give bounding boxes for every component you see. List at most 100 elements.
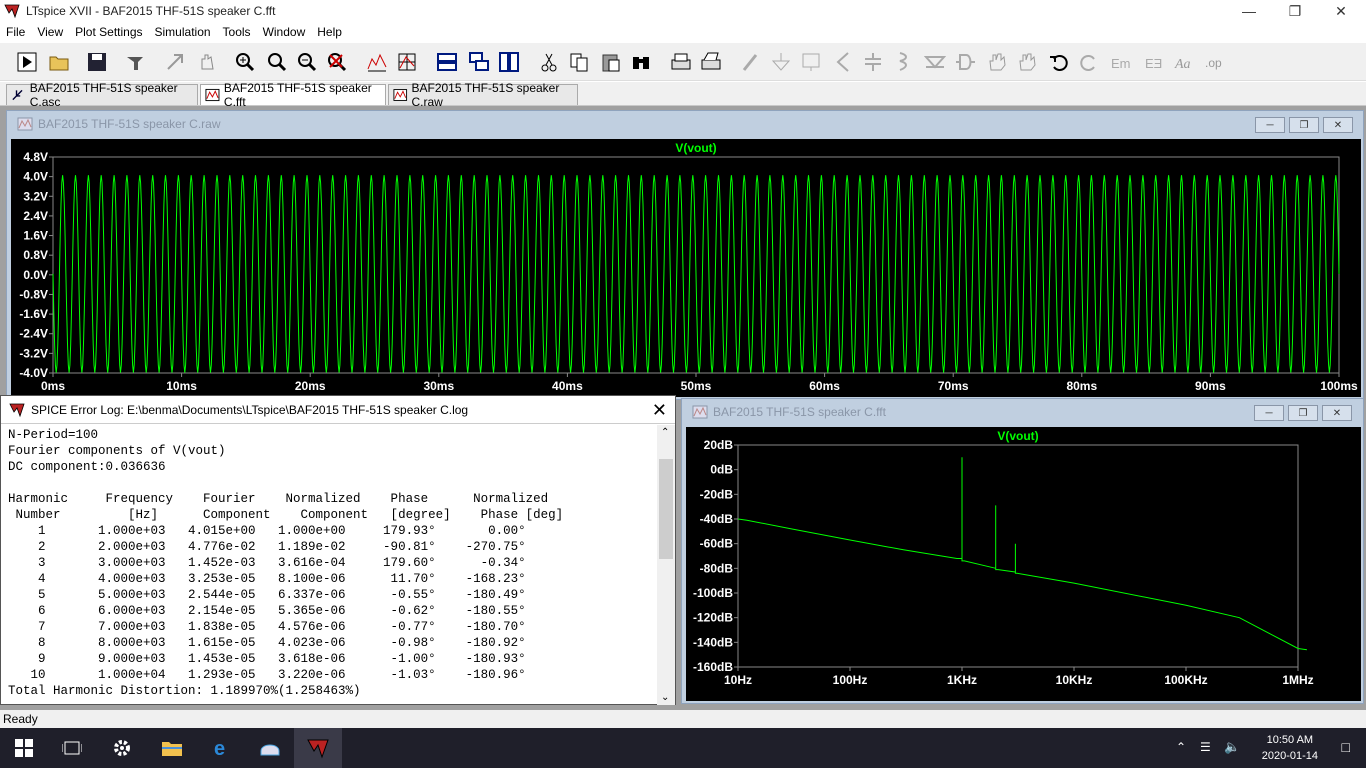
log-text[interactable]: N-Period=100 Fourier components of V(vout…: [1, 425, 657, 705]
x-tick-label: 80ms: [1066, 379, 1097, 393]
task-view-icon[interactable]: [48, 728, 96, 768]
save-icon[interactable]: [84, 49, 110, 75]
zoom-fit-icon[interactable]: [264, 49, 290, 75]
file-explorer-icon[interactable]: [148, 728, 196, 768]
zoom-cancel-icon[interactable]: [324, 49, 350, 75]
menu-help[interactable]: Help: [311, 25, 348, 39]
inductor-icon[interactable]: [890, 49, 916, 75]
x-tick-label: 90ms: [1195, 379, 1226, 393]
drag-icon[interactable]: [1014, 49, 1040, 75]
close-icon[interactable]: ✕: [1323, 117, 1353, 133]
autorange-icon[interactable]: [364, 49, 390, 75]
x-tick-label: 10Hz: [724, 673, 752, 687]
menu-file[interactable]: File: [0, 25, 31, 39]
menu-plot-settings[interactable]: Plot Settings: [69, 25, 148, 39]
raw-plot-window[interactable]: BAF2015 THF-51S speaker C.raw ─ ❐ ✕ V(vo…: [6, 110, 1364, 400]
waveform-icon: [692, 405, 708, 419]
undo-icon[interactable]: [1046, 49, 1072, 75]
tile-vertical-icon[interactable]: [496, 49, 522, 75]
tile-horizontal-icon[interactable]: [434, 49, 460, 75]
raw-window-titlebar[interactable]: BAF2015 THF-51S speaker C.raw: [7, 111, 1363, 137]
x-tick-label: 100Hz: [833, 673, 868, 687]
clock-time: 10:50 AM: [1266, 734, 1314, 746]
network-icon[interactable]: ☰: [1200, 740, 1211, 754]
log-line: 10 1.000e+04 1.293e-05 3.220e-06 -1.03° …: [8, 668, 526, 682]
fft-plot-window[interactable]: BAF2015 THF-51S speaker C.fft ─ ❐ ✕ V(vo…: [681, 398, 1364, 704]
settings-icon[interactable]: [98, 728, 146, 768]
print-setup-icon[interactable]: [698, 49, 724, 75]
y-tick-label: 3.2V: [23, 189, 48, 203]
print-icon[interactable]: [668, 49, 694, 75]
close-icon[interactable]: ✕: [1318, 0, 1364, 22]
windows-start-icon[interactable]: [0, 728, 48, 768]
plot-frame: [737, 444, 1299, 668]
restore-icon[interactable]: ❐: [1289, 117, 1319, 133]
cross-probe-icon[interactable]: [162, 49, 188, 75]
close-icon[interactable]: ✕: [652, 400, 667, 421]
log-line: 1 1.000e+03 4.015e+00 1.000e+00 179.93° …: [8, 524, 526, 538]
run-icon[interactable]: [14, 49, 40, 75]
minimize-icon[interactable]: ─: [1255, 117, 1285, 133]
log-line: 5 5.000e+03 2.544e-05 6.337e-06 -0.55° -…: [8, 588, 526, 602]
control-panel-icon[interactable]: [122, 49, 148, 75]
tab-fft[interactable]: BAF2015 THF-51S speaker C.fft: [200, 81, 386, 109]
spectrum-trace: [737, 457, 1307, 651]
log-scrollbar[interactable]: ⌃ ⌄: [657, 425, 675, 705]
minimize-icon[interactable]: —: [1226, 0, 1272, 22]
capacitor-icon[interactable]: [860, 49, 886, 75]
app-icon[interactable]: [246, 728, 294, 768]
grid-icon[interactable]: [394, 49, 420, 75]
text-icon[interactable]: Aa: [1172, 49, 1198, 75]
scroll-down-icon[interactable]: ⌄: [661, 692, 669, 703]
mirror-icon[interactable]: EƎ: [1140, 49, 1166, 75]
log-line: Fourier components of V(vout): [8, 444, 226, 458]
move-icon[interactable]: [984, 49, 1010, 75]
paste-icon[interactable]: [598, 49, 624, 75]
scroll-up-icon[interactable]: ⌃: [661, 427, 669, 438]
minimize-icon[interactable]: ─: [1254, 405, 1284, 421]
zoom-in-icon[interactable]: [232, 49, 258, 75]
spice-directive-icon[interactable]: .op: [1202, 49, 1228, 75]
pan-icon[interactable]: [194, 49, 220, 75]
raw-waveform-plot[interactable]: V(vout) 4.8V 4.0V 3.2V 2.4V 1.6V 0.8V 0.0V -0.8V…: [11, 139, 1361, 397]
component-icon[interactable]: [952, 49, 978, 75]
tab-raw[interactable]: BAF2015 THF-51S speaker C.raw: [388, 81, 578, 109]
diode-icon[interactable]: [922, 49, 948, 75]
ltspice-taskbar-icon[interactable]: [294, 728, 342, 768]
y-tick-label: 4.0V: [23, 170, 48, 184]
tab-asc[interactable]: BAF2015 THF-51S speaker C.asc: [6, 81, 198, 109]
document-tabs: BAF2015 THF-51S speaker C.asc BAF2015 TH…: [0, 81, 1366, 109]
redo-icon[interactable]: [1076, 49, 1102, 75]
y-tick-label: -60dB: [700, 537, 734, 551]
edge-icon[interactable]: e: [198, 728, 246, 768]
wire-icon[interactable]: [738, 49, 764, 75]
cut-icon[interactable]: [536, 49, 562, 75]
fft-spectrum-plot[interactable]: V(vout) 20dB 0dB -20dB -40dB -60dB -80dB -100dB…: [686, 427, 1361, 701]
ground-icon[interactable]: [768, 49, 794, 75]
restore-icon[interactable]: ❐: [1272, 0, 1318, 22]
clock[interactable]: 10:50 AM 2020-01-14: [1262, 732, 1318, 764]
tray-chevron-icon[interactable]: ⌃: [1176, 740, 1186, 754]
log-line: Number [Hz] Component Component [degree]…: [8, 508, 564, 522]
rotate-icon[interactable]: Em: [1108, 49, 1134, 75]
log-window-titlebar[interactable]: SPICE Error Log: E:\benma\Documents\LTsp…: [1, 396, 675, 424]
close-icon[interactable]: ✕: [1322, 405, 1352, 421]
menu-view[interactable]: View: [31, 25, 69, 39]
log-window-title: SPICE Error Log: E:\benma\Documents\LTsp…: [31, 402, 469, 417]
scrollbar-thumb[interactable]: [659, 459, 673, 559]
resistor-icon[interactable]: [830, 49, 856, 75]
menu-window[interactable]: Window: [257, 25, 312, 39]
find-icon[interactable]: [628, 49, 654, 75]
restore-icon[interactable]: ❐: [1288, 405, 1318, 421]
spice-error-log-window[interactable]: SPICE Error Log: E:\benma\Documents\LTsp…: [0, 395, 676, 705]
open-icon[interactable]: [46, 49, 72, 75]
tab-label: BAF2015 THF-51S speaker C.raw: [411, 81, 560, 109]
label-icon[interactable]: [798, 49, 824, 75]
cascade-icon[interactable]: [466, 49, 492, 75]
copy-icon[interactable]: [566, 49, 592, 75]
menu-simulation[interactable]: Simulation: [149, 25, 217, 39]
notifications-icon[interactable]: □: [1342, 739, 1350, 755]
volume-icon[interactable]: 🔈: [1224, 739, 1240, 755]
zoom-out-icon[interactable]: [294, 49, 320, 75]
menu-tools[interactable]: Tools: [217, 25, 257, 39]
